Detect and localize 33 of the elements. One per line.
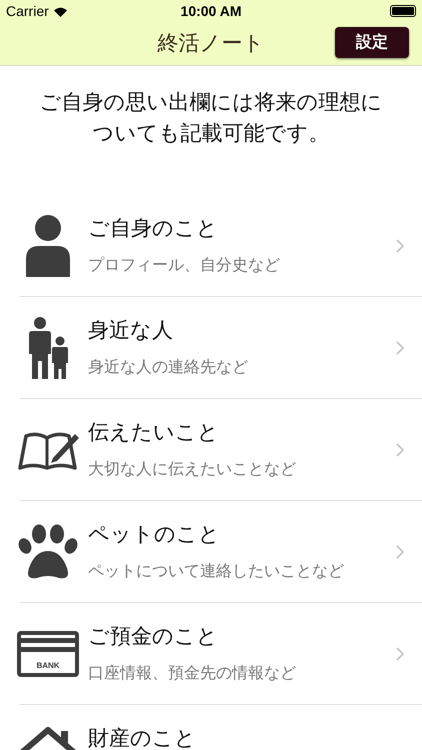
row-title: 財産のこと [88, 726, 197, 750]
adult-and-child-icon [26, 316, 70, 378]
carrier-label: Carrier [6, 2, 49, 20]
bank-label: BANK [35, 662, 61, 670]
chevron-icon [396, 544, 404, 558]
chevron-icon [396, 646, 404, 660]
intro-text: ご自身の思い出欄には将来の理想についても記載可能です。 [38, 90, 384, 147]
row-title: ご預金のこと [88, 624, 219, 650]
row-title: 身近な人 [88, 318, 174, 344]
nav-title: 終活ノート [158, 30, 264, 57]
battery-icon [390, 5, 416, 17]
row-title: 伝えたいこと [88, 420, 220, 446]
status-time: 10:00 AM [180, 2, 242, 20]
menu-row[interactable]: 身近な人 身近な人の連絡先など [20, 297, 422, 399]
row-subtitle: 口座情報、預金先の情報など [88, 664, 297, 684]
row-subtitle: 大切な人に伝えたいことなど [88, 460, 297, 480]
paw-icon [17, 524, 79, 580]
row-subtitle: ペットについて連絡したいことなど [88, 562, 345, 582]
settings-button[interactable]: 設定 [335, 27, 409, 58]
menu-row[interactable]: 財産のこと [20, 705, 422, 750]
wifi-icon [52, 6, 68, 16]
menu-row[interactable]: ペットのこと ペットについて連絡したいことなど [20, 501, 422, 603]
menu-row[interactable]: ご自身のこと プロフィール、自分史など [20, 195, 422, 297]
chevron-icon [396, 238, 404, 252]
menu-row[interactable]: BANK ご預金のこと 口座情報、預金先の情報など [20, 603, 422, 705]
row-title: ご自身のこと [88, 216, 219, 242]
chevron-icon [396, 340, 404, 354]
row-subtitle: プロフィール、自分史など [88, 256, 281, 276]
row-title: ペットのこと [88, 522, 221, 548]
chevron-icon [396, 442, 404, 456]
menu-row[interactable]: 伝えたいこと 大切な人に伝えたいことなど [20, 399, 422, 501]
person-icon [26, 214, 70, 276]
row-subtitle: 身近な人の連絡先など [88, 358, 249, 378]
